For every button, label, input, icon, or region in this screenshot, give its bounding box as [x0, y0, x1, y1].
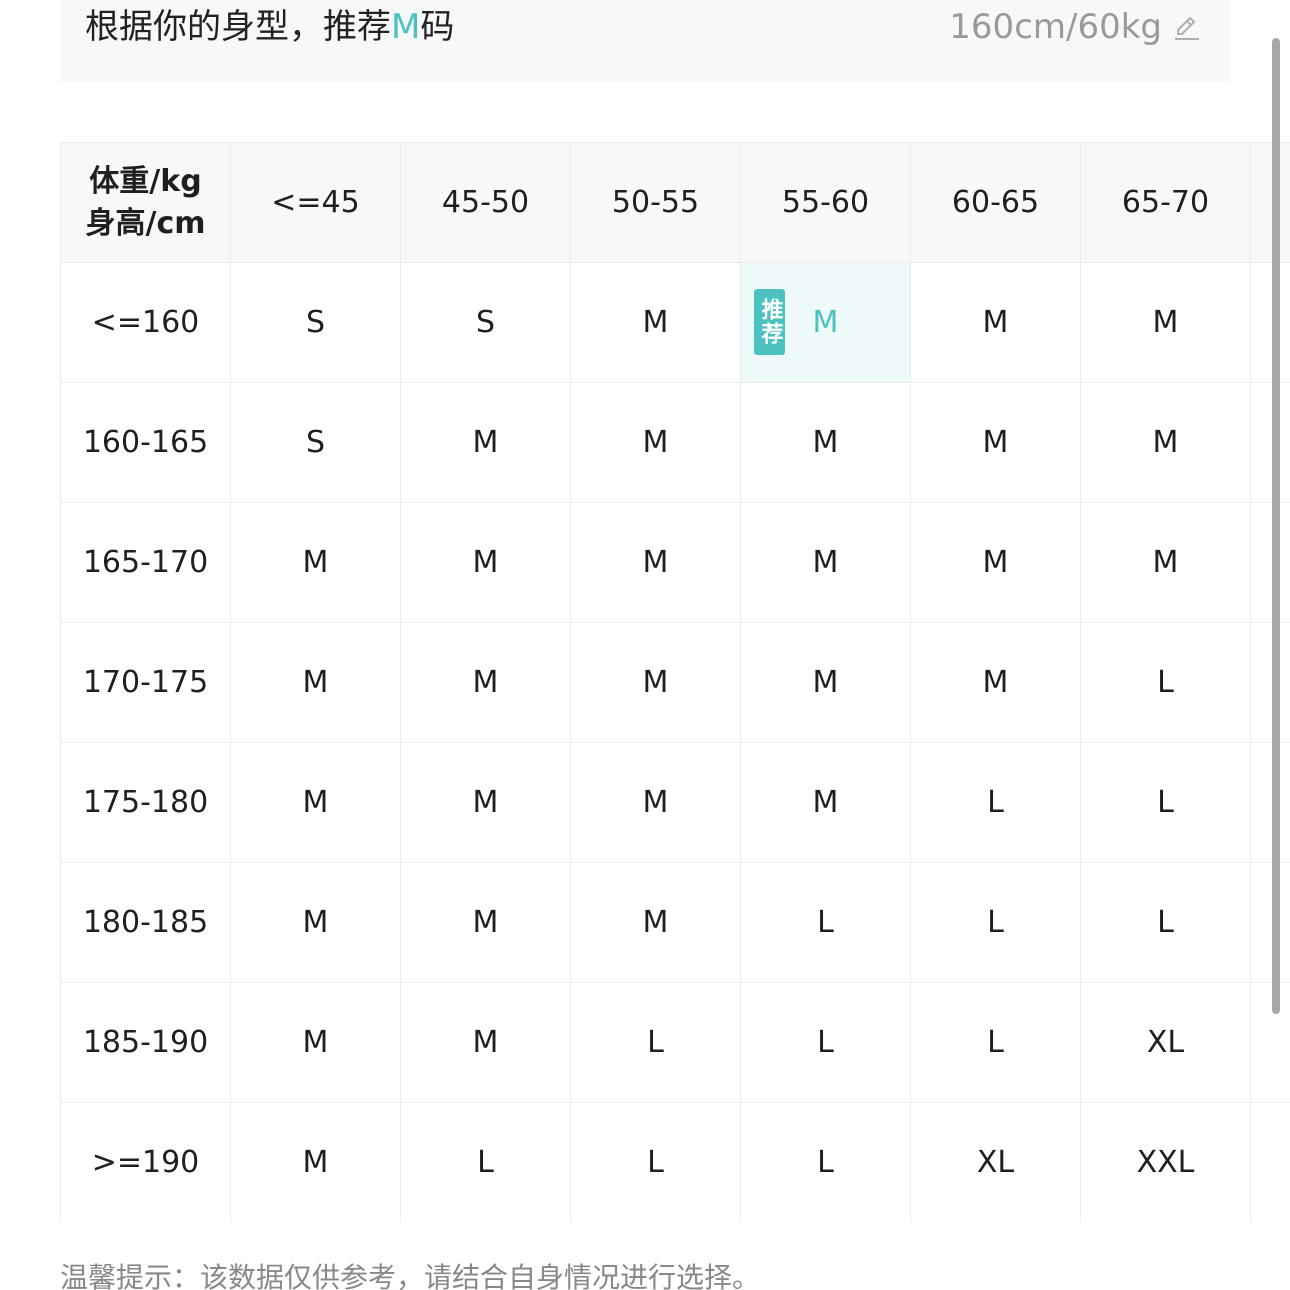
height-row-header: 165-170 — [60, 502, 231, 623]
size-cell: L — [1080, 742, 1251, 863]
size-cell: M — [400, 982, 571, 1103]
size-cell — [1250, 502, 1290, 623]
height-row-header: 180-185 — [60, 862, 231, 983]
size-cell: XL — [1080, 982, 1251, 1103]
size-cell — [1250, 262, 1290, 383]
size-cell: L — [570, 982, 741, 1103]
size-cell: M — [400, 502, 571, 623]
header-row: 体重/kg 身高/cm <=45 45-50 50-55 55-60 60-65… — [60, 142, 1290, 263]
recommended-size-cell: 推荐 M — [740, 262, 911, 383]
size-cell: M — [400, 862, 571, 983]
table-row: 160-165 S M M M M M — [60, 382, 1290, 503]
size-cell: M — [230, 622, 401, 743]
height-row-header: <=160 — [60, 262, 231, 383]
size-cell: M — [570, 262, 741, 383]
height-row-header: 160-165 — [60, 382, 231, 503]
size-cell: M — [740, 742, 911, 863]
size-cell: L — [400, 1102, 571, 1222]
size-table: 体重/kg 身高/cm <=45 45-50 50-55 55-60 60-65… — [60, 142, 1290, 1222]
corner-height-label: 身高/cm — [85, 205, 206, 241]
size-cell: M — [740, 502, 911, 623]
table-row: 185-190 M M L L L XL — [60, 982, 1290, 1103]
size-cell: M — [740, 622, 911, 743]
size-table-container[interactable]: 体重/kg 身高/cm <=45 45-50 50-55 55-60 60-65… — [60, 142, 1290, 1222]
recommendation-suffix: 码 — [420, 7, 455, 47]
size-cell: M — [230, 502, 401, 623]
height-row-header: 175-180 — [60, 742, 231, 863]
table-row: 170-175 M M M M M L — [60, 622, 1290, 743]
size-cell: M — [740, 382, 911, 503]
weight-column-header: 60-65 — [910, 142, 1081, 263]
size-cell — [1250, 1102, 1290, 1222]
size-cell: L — [910, 982, 1081, 1103]
weight-column-header: 65-70 — [1080, 142, 1251, 263]
size-cell — [1250, 862, 1290, 983]
size-cell — [1250, 982, 1290, 1103]
weight-column-header: <=45 — [230, 142, 401, 263]
size-cell: S — [400, 262, 571, 383]
size-cell: M — [910, 262, 1081, 383]
size-cell: M — [1080, 262, 1251, 383]
weight-column-header: 45-50 — [400, 142, 571, 263]
size-cell: XXL — [1080, 1102, 1251, 1222]
size-cell: M — [570, 742, 741, 863]
recommendation-banner: 根据你的身型，推荐M码 160cm/60kg — [60, 0, 1230, 82]
recommendation-prefix: 根据你的身型，推荐 — [85, 7, 391, 47]
size-cell: M — [230, 982, 401, 1103]
recommended-cell-value: M — [812, 305, 839, 340]
corner-weight-label: 体重/kg — [89, 163, 202, 199]
size-cell: L — [1080, 622, 1251, 743]
size-cell: M — [570, 622, 741, 743]
corner-header: 体重/kg 身高/cm — [60, 142, 231, 263]
size-cell: L — [740, 1102, 911, 1222]
table-row: <=160 S S M 推荐 M M M — [60, 262, 1290, 383]
height-row-header: >=190 — [60, 1102, 231, 1222]
size-cell: M — [910, 622, 1081, 743]
size-cell: L — [1080, 862, 1251, 983]
footnote-tip: 温馨提示：该数据仅供参考，请结合自身情况进行选择。 — [60, 1261, 761, 1290]
size-cell: M — [570, 382, 741, 503]
size-cell: M — [230, 742, 401, 863]
recommendation-text: 根据你的身型，推荐M码 — [85, 4, 454, 50]
recommend-badge: 推荐 — [754, 289, 785, 355]
size-cell: S — [230, 262, 401, 383]
size-cell: L — [910, 742, 1081, 863]
size-cell — [1250, 622, 1290, 743]
body-info-edit[interactable]: 160cm/60kg — [949, 4, 1202, 50]
size-cell: M — [400, 382, 571, 503]
size-cell: L — [740, 862, 911, 983]
table-row: 165-170 M M M M M M — [60, 502, 1290, 623]
size-cell: M — [570, 502, 741, 623]
size-cell: M — [910, 382, 1081, 503]
size-cell: M — [400, 622, 571, 743]
height-row-header: 170-175 — [60, 622, 231, 743]
pencil-edit-icon[interactable] — [1172, 12, 1202, 42]
body-info-value[interactable]: 160cm/60kg — [949, 4, 1162, 50]
size-cell: M — [400, 742, 571, 863]
size-cell: M — [910, 502, 1081, 623]
weight-column-header: 55-60 — [740, 142, 911, 263]
table-row: 180-185 M M M L L L — [60, 862, 1290, 983]
vertical-scrollbar[interactable] — [1272, 38, 1280, 1014]
height-row-header: 185-190 — [60, 982, 231, 1103]
recommended-size: M — [391, 7, 421, 47]
size-recommendation-page: 根据你的身型，推荐M码 160cm/60kg 体重/kg 身高/cm <=45 … — [0, 0, 1290, 1290]
weight-column-header: 7 — [1250, 142, 1290, 263]
size-cell: L — [740, 982, 911, 1103]
size-cell: XL — [910, 1102, 1081, 1222]
size-cell — [1250, 742, 1290, 863]
size-cell — [1250, 382, 1290, 503]
size-cell: L — [570, 1102, 741, 1222]
size-cell: M — [570, 862, 741, 983]
size-table-body: <=160 S S M 推荐 M M M 160-165 S M M M M M… — [60, 262, 1290, 1222]
size-cell: S — [230, 382, 401, 503]
weight-column-header: 50-55 — [570, 142, 741, 263]
size-cell: M — [1080, 502, 1251, 623]
size-cell: M — [230, 1102, 401, 1222]
table-row: >=190 M L L L XL XXL — [60, 1102, 1290, 1222]
size-cell: L — [910, 862, 1081, 983]
size-cell: M — [230, 862, 401, 983]
table-row: 175-180 M M M M L L — [60, 742, 1290, 863]
size-cell: M — [1080, 382, 1251, 503]
